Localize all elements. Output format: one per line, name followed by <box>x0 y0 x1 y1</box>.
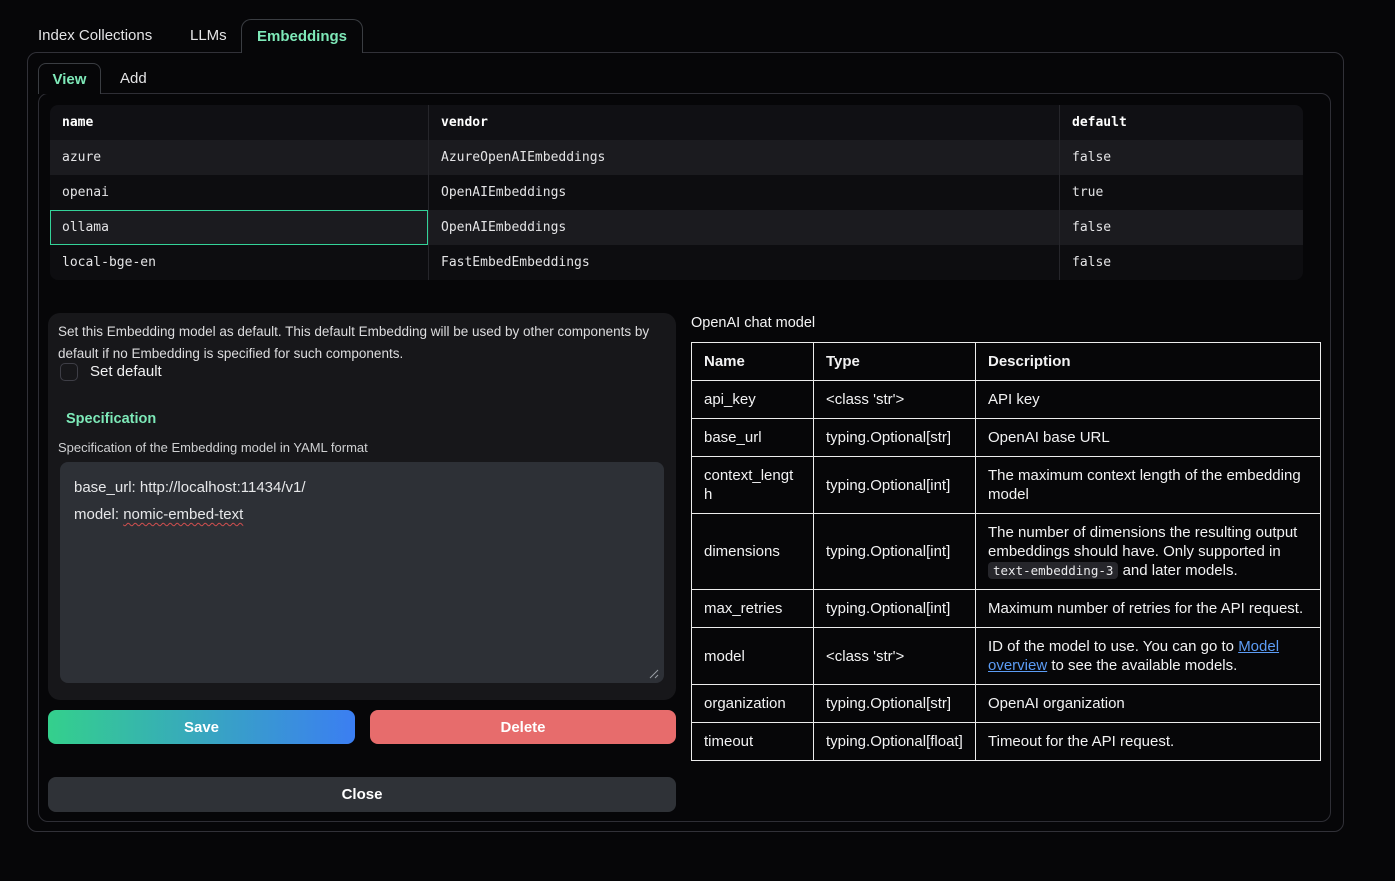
cell-local-bge-en-vendor[interactable]: FastEmbedEmbeddings <box>428 245 1059 280</box>
field-desc-model: ID of the model to use. You can go to Mo… <box>976 628 1321 685</box>
column-header-vendor: vendor <box>428 105 1059 140</box>
field-row-dimensions: dimensionstyping.Optional[int] The number… <box>692 514 1321 590</box>
field-name-api_key: api_key <box>692 381 814 419</box>
field-desc-organization: OpenAI organization <box>976 685 1321 723</box>
field-desc-base_url-text: OpenAI base URL <box>988 429 1110 446</box>
cell-azure-default[interactable]: false <box>1059 140 1303 175</box>
embeddings-table: namevendordefaultazureAzureOpenAIEmbeddi… <box>50 105 1303 280</box>
embedding-row-azure[interactable]: azureAzureOpenAIEmbeddingsfalse <box>50 140 1303 175</box>
close-button[interactable]: Close <box>48 777 676 812</box>
field-desc-organization-text: OpenAI organization <box>988 695 1125 712</box>
column-header-name: Name <box>692 343 814 381</box>
field-row-model: model<class 'str'>ID of the model to use… <box>692 628 1321 685</box>
tab-embeddings-label: Embeddings <box>257 28 347 45</box>
cell-openai-name[interactable]: openai <box>50 175 428 210</box>
column-header-name: name <box>50 105 428 140</box>
table-header-row: Name Type Description <box>692 343 1321 381</box>
save-button[interactable]: Save <box>48 710 355 744</box>
field-desc-api_key-text: API key <box>988 391 1040 408</box>
yaml-line-1: base_url: http://localhost:11434/v1/ <box>74 474 650 501</box>
column-header-description: Description <box>976 343 1321 381</box>
field-type-base_url: typing.Optional[str] <box>814 419 976 457</box>
resize-handle-icon[interactable] <box>648 668 659 679</box>
yaml-line-1-text: base_url: http://localhost:11434/v1/ <box>74 479 306 496</box>
field-desc-timeout-text: Timeout for the API request. <box>988 733 1174 750</box>
field-desc-base_url: OpenAI base URL <box>976 419 1321 457</box>
embedding-row-local-bge-en[interactable]: local-bge-enFastEmbedEmbeddingsfalse <box>50 245 1303 280</box>
field-desc-dimensions-text: and later models. <box>1118 562 1237 579</box>
tab-index-collections[interactable]: Index Collections <box>38 27 152 44</box>
set-default-checkbox[interactable] <box>60 363 78 381</box>
yaml-spec-textarea[interactable]: base_url: http://localhost:11434/v1/mode… <box>60 462 664 683</box>
set-default-label: Set default <box>90 363 162 380</box>
field-type-model: <class 'str'> <box>814 628 976 685</box>
field-type-dimensions: typing.Optional[int] <box>814 514 976 590</box>
specification-heading: Specification <box>66 411 156 427</box>
cell-azure-vendor[interactable]: AzureOpenAIEmbeddings <box>428 140 1059 175</box>
field-row-organization: organizationtyping.Optional[str] OpenAI o… <box>692 685 1321 723</box>
field-desc-dimensions: The number of dimensions the resulting o… <box>976 514 1321 590</box>
field-row-context_length: context_lengthtyping.Optional[int] The ma… <box>692 457 1321 514</box>
cell-ollama-name[interactable]: ollama <box>50 210 428 245</box>
field-desc-model-text: to see the available models. <box>1047 657 1237 674</box>
model-fields-table: Name Type Description api_key<class 'str… <box>691 342 1321 761</box>
column-header-default: default <box>1059 105 1303 140</box>
yaml-line-2-text: model: <box>74 506 123 523</box>
embedding-row-ollama[interactable]: ollamaOpenAIEmbeddingsfalse <box>50 210 1303 245</box>
field-name-organization: organization <box>692 685 814 723</box>
specification-caption: Specification of the Embedding model in … <box>58 440 368 455</box>
tab-embeddings[interactable]: Embeddings <box>241 19 363 53</box>
field-row-timeout: timeouttyping.Optional[float] Timeout for… <box>692 723 1321 761</box>
field-desc-dimensions-text: The number of dimensions the resulting o… <box>988 524 1297 560</box>
yaml-line-2: model: nomic-embed-text <box>74 501 650 528</box>
cell-azure-name[interactable]: azure <box>50 140 428 175</box>
cell-openai-default[interactable]: true <box>1059 175 1303 210</box>
tab-add[interactable]: Add <box>120 70 147 87</box>
field-name-context_length: context_length <box>692 457 814 514</box>
cell-local-bge-en-name[interactable]: local-bge-en <box>50 245 428 280</box>
field-name-dimensions: dimensions <box>692 514 814 590</box>
tab-view[interactable]: View <box>38 63 101 94</box>
field-desc-context_length-text: The maximum context length of the embedd… <box>988 467 1301 503</box>
field-desc-max_retries: Maximum number of retries for the API re… <box>976 590 1321 628</box>
field-row-base_url: base_urltyping.Optional[str] OpenAI base … <box>692 419 1321 457</box>
field-name-base_url: base_url <box>692 419 814 457</box>
field-name-max_retries: max_retries <box>692 590 814 628</box>
yaml-line-2-misspelled-word: nomic-embed-text <box>123 506 243 523</box>
field-type-api_key: <class 'str'> <box>814 381 976 419</box>
field-desc-max_retries-text: Maximum number of retries for the API re… <box>988 600 1303 617</box>
field-type-context_length: typing.Optional[int] <box>814 457 976 514</box>
details-title: OpenAI chat model <box>691 315 815 331</box>
cell-ollama-default[interactable]: false <box>1059 210 1303 245</box>
cell-ollama-vendor[interactable]: OpenAIEmbeddings <box>428 210 1059 245</box>
field-name-model: model <box>692 628 814 685</box>
tab-llms[interactable]: LLMs <box>190 27 227 44</box>
embedding-detail-panel: Set this Embedding model as default. Thi… <box>48 313 676 700</box>
field-type-timeout: typing.Optional[float] <box>814 723 976 761</box>
field-name-timeout: timeout <box>692 723 814 761</box>
field-row-api_key: api_key<class 'str'> API key <box>692 381 1321 419</box>
field-desc-dimensions-code: text-embedding-3 <box>988 562 1118 579</box>
cell-local-bge-en-default[interactable]: false <box>1059 245 1303 280</box>
delete-button[interactable]: Delete <box>370 710 676 744</box>
field-type-max_retries: typing.Optional[int] <box>814 590 976 628</box>
embedding-row-openai[interactable]: openaiOpenAIEmbeddingstrue <box>50 175 1303 210</box>
embeddings-table-header: namevendordefault <box>50 105 1303 140</box>
field-desc-api_key: API key <box>976 381 1321 419</box>
tab-view-label: View <box>53 71 87 88</box>
field-row-max_retries: max_retriestyping.Optional[int] Maximum n… <box>692 590 1321 628</box>
field-type-organization: typing.Optional[str] <box>814 685 976 723</box>
set-default-description: Set this Embedding model as default. Thi… <box>58 321 666 364</box>
field-desc-context_length: The maximum context length of the embedd… <box>976 457 1321 514</box>
column-header-type: Type <box>814 343 976 381</box>
cell-openai-vendor[interactable]: OpenAIEmbeddings <box>428 175 1059 210</box>
field-desc-model-text: ID of the model to use. You can go to <box>988 638 1238 655</box>
field-desc-timeout: Timeout for the API request. <box>976 723 1321 761</box>
